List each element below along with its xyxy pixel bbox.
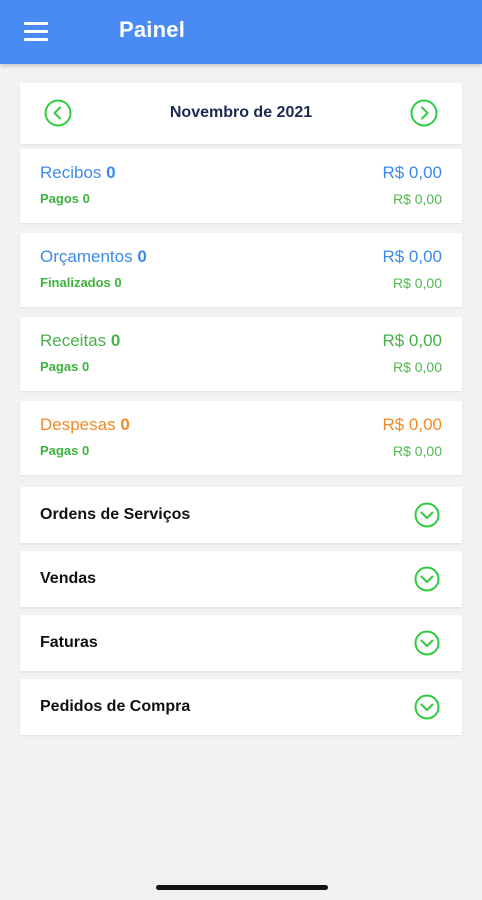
summary-card-receitas[interactable]: Receitas 0 R$ 0,00 Pagas 0 R$ 0,00 [20, 317, 462, 391]
app-bar: Painel [0, 0, 482, 64]
summary-card-orcamentos[interactable]: Orçamentos 0 R$ 0,00 Finalizados 0 R$ 0,… [20, 233, 462, 307]
hamburger-menu-icon[interactable] [24, 22, 48, 42]
section-label: Ordens de Serviços [40, 506, 191, 523]
summary-amount: R$ 0,00 [382, 415, 442, 434]
summary-sub-amount: R$ 0,00 [392, 191, 442, 207]
summary-title: Despesas 0 [40, 415, 130, 434]
summary-subtitle: Pagas 0 [40, 359, 90, 374]
month-navigation: Novembro de 2021 [20, 83, 462, 144]
section-faturas[interactable]: Faturas [20, 615, 462, 671]
section-ordens-de-servicos[interactable]: Ordens de Serviços [20, 487, 462, 543]
summary-sub-amount: R$ 0,00 [392, 443, 442, 459]
summary-amount: R$ 0,00 [382, 247, 442, 266]
chevron-down-circle-icon[interactable] [414, 694, 440, 720]
section-label: Faturas [40, 634, 98, 651]
chevron-down-circle-icon[interactable] [414, 630, 440, 656]
section-pedidos-de-compra[interactable]: Pedidos de Compra [20, 679, 462, 735]
section-label: Vendas [40, 570, 97, 587]
summary-amount: R$ 0,00 [382, 331, 442, 350]
chevron-down-circle-icon[interactable] [414, 566, 440, 592]
summary-subtitle: Pagos 0 [40, 191, 90, 206]
page-title: Painel [119, 17, 186, 42]
chevron-right-circle-icon[interactable] [410, 99, 438, 127]
month-title: Novembro de 2021 [169, 104, 313, 121]
section-label: Pedidos de Compra [40, 698, 191, 715]
section-vendas[interactable]: Vendas [20, 551, 462, 607]
summary-subtitle: Finalizados 0 [40, 275, 122, 290]
summary-title: Receitas 0 [40, 331, 121, 350]
summary-amount: R$ 0,00 [382, 163, 442, 182]
home-indicator[interactable] [156, 885, 328, 890]
summary-title: Orçamentos 0 [40, 247, 147, 266]
summary-sub-amount: R$ 0,00 [392, 275, 442, 291]
chevron-down-circle-icon[interactable] [414, 502, 440, 528]
summary-title: Recibos 0 [40, 163, 116, 182]
summary-subtitle: Pagas 0 [40, 443, 90, 458]
summary-card-despesas[interactable]: Despesas 0 R$ 0,00 Pagas 0 R$ 0,00 [20, 401, 462, 475]
summary-sub-amount: R$ 0,00 [392, 359, 442, 375]
summary-card-recibos[interactable]: Recibos 0 R$ 0,00 Pagos 0 R$ 0,00 [20, 149, 462, 223]
